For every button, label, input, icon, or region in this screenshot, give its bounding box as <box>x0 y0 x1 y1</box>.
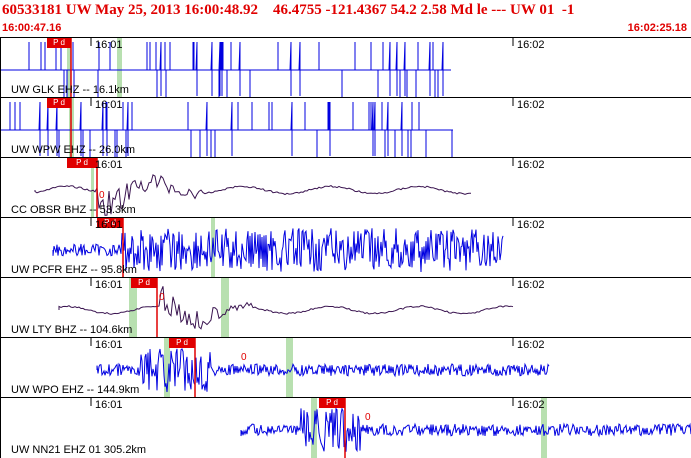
channel-label: UW WPW EHZ -- 26.0km <box>11 144 136 156</box>
time-tick-label: 16:02 <box>517 279 545 291</box>
header-bar: 60533181 UW May 25, 2013 16:00:48.92 46.… <box>0 0 691 36</box>
start-time: 16:00:47.16 <box>2 22 62 34</box>
trace-panel[interactable]: P d 0 16:01 16:02 UW LTY BHZ -- 104.6km <box>0 277 691 338</box>
channel-label: UW LTY BHZ -- 104.6km <box>11 324 133 336</box>
time-tick-label: 16:02 <box>517 399 545 411</box>
channel-label: CC OBSR BHZ -- 53.3km <box>11 204 136 216</box>
trace-panel[interactable]: P d 0 16:01 16:02 CC OBSR BHZ -- 53.3km <box>0 157 691 218</box>
time-tick-label: 16:01 <box>95 399 123 411</box>
waveform-trace <box>58 286 514 330</box>
trace-panel[interactable]: P d 0 16:01 16:02 UW WPO EHZ -- 144.9km <box>0 337 691 398</box>
trace-panel[interactable]: P d 16:01 16:02 UW WPW EHZ -- 26.0km <box>0 97 691 158</box>
amplitude-marker: 0 <box>241 352 247 363</box>
seismogram-panels: P d 16:01 16:02 UW GLK EHZ -- 16.1km P d 16:0… <box>0 37 691 458</box>
channel-label: UW PCFR EHZ -- 95.8km <box>11 264 137 276</box>
amplitude-marker: 0 <box>159 292 165 303</box>
amplitude-marker: 0 <box>365 412 371 423</box>
time-tick-label: 16:01 <box>95 219 123 231</box>
trace-panel[interactable]: P d 16:01 16:02 UW PCFR EHZ -- 95.8km <box>0 217 691 278</box>
time-tick-label: 16:02 <box>517 219 545 231</box>
time-tick-label: 16:01 <box>95 339 123 351</box>
channel-label: UW NN21 EHZ 01 305.2km <box>11 444 147 456</box>
pick-flag[interactable]: P d <box>319 398 345 408</box>
pick-flag[interactable]: P d <box>131 278 157 288</box>
time-tick-label: 16:02 <box>517 39 545 51</box>
amplitude-marker: 0 <box>99 190 105 201</box>
analysis-window <box>211 218 215 278</box>
trace-panel[interactable]: P d 16:01 16:02 UW GLK EHZ -- 16.1km <box>0 37 691 98</box>
pick-flag[interactable]: P d <box>47 38 71 48</box>
time-tick-label: 16:01 <box>95 279 123 291</box>
channel-label: UW GLK EHZ -- 16.1km <box>11 84 129 96</box>
end-time: 16:02:25.18 <box>627 22 687 34</box>
time-tick-label: 16:01 <box>95 159 123 171</box>
time-tick-label: 16:01 <box>95 99 123 111</box>
time-tick-label: 16:02 <box>517 339 545 351</box>
waveform-trace <box>240 407 691 453</box>
time-tick-label: 16:02 <box>517 99 545 111</box>
pick-flag[interactable]: P d <box>67 158 97 168</box>
trace-panel[interactable]: P d 0 16:01 16:02 UW NN21 EHZ 01 305.2km <box>0 397 691 458</box>
pick-flag[interactable]: P d <box>169 338 195 348</box>
channel-label: UW WPO EHZ -- 144.9km <box>11 384 140 396</box>
time-tick-label: 16:01 <box>95 39 123 51</box>
time-tick-label: 16:02 <box>517 159 545 171</box>
event-title: 60533181 UW May 25, 2013 16:00:48.92 46.… <box>2 2 575 18</box>
analysis-window <box>221 278 229 338</box>
pick-flag[interactable]: P d <box>47 98 71 108</box>
